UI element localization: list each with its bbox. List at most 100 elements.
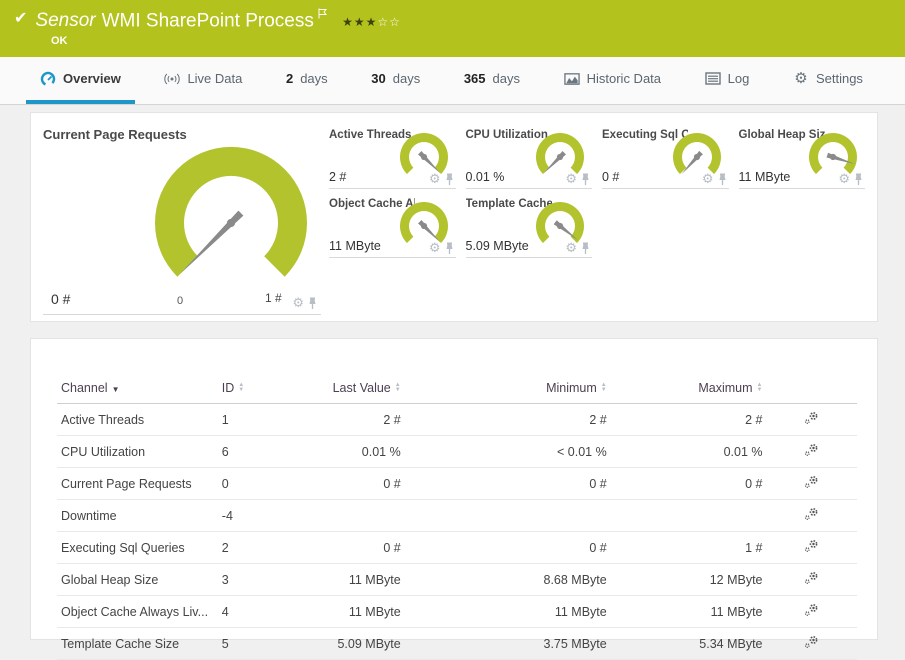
cell-channel: Current Page Requests (57, 468, 218, 500)
tab-label: Live Data (187, 71, 242, 86)
primary-gauge-dial (151, 145, 311, 287)
gauge-settings-gear-icon[interactable]: ⚙ (429, 239, 441, 257)
gear-icon: ⚙ (838, 171, 850, 186)
column-header-max[interactable]: Maximum▲▼ (611, 375, 767, 404)
small-gauge: Active Threads2 #⚙ (329, 127, 456, 189)
tab-live-data[interactable]: Live Data (150, 57, 256, 104)
tab-log[interactable]: Log (691, 57, 764, 104)
gauge-pin-icon[interactable] (445, 173, 454, 186)
cell-last: 0 # (284, 468, 405, 500)
cell-last: 0 # (284, 532, 405, 564)
gauge-pin-icon[interactable] (581, 173, 590, 186)
status-badge: OK (51, 35, 891, 47)
tab-days[interactable]: 30days (357, 57, 434, 104)
sort-icon: ▲▼ (238, 383, 244, 393)
gauge-pin-icon[interactable] (308, 297, 317, 310)
flag-icon[interactable] (318, 8, 327, 19)
cell-max: 0.01 % (611, 436, 767, 468)
cell-min: 3.75 MByte (405, 628, 611, 660)
gauge-settings-gear-icon[interactable]: ⚙ (702, 170, 714, 188)
gear-icon: ⚙ (429, 240, 441, 255)
table-row: Active Threads12 #2 #2 # (57, 404, 857, 436)
table-row: Object Cache Always Liv...411 MByte11 MB… (57, 596, 857, 628)
small-gauge: Template Cache Size5.09 MByte⚙ (466, 196, 593, 258)
cell-min: < 0.01 % (405, 436, 611, 468)
cell-last: 0.01 % (284, 436, 405, 468)
gauge-pin-icon[interactable] (581, 242, 590, 255)
channel-settings-icon[interactable] (804, 443, 819, 457)
channel-settings-icon[interactable] (804, 475, 819, 489)
cell-min: 0 # (405, 532, 611, 564)
cell-last: 2 # (284, 404, 405, 436)
cell-channel: Template Cache Size (57, 628, 218, 660)
tab-label: Historic Data (587, 71, 661, 86)
cell-max: 12 MByte (611, 564, 767, 596)
cell-max (611, 500, 767, 532)
tab-days[interactable]: 2days (272, 57, 342, 104)
cell-last (284, 500, 405, 532)
column-header-channel[interactable]: Channel▼ (57, 375, 218, 404)
gauge-settings-gear-icon[interactable]: ⚙ (838, 170, 850, 188)
channel-settings-icon[interactable] (804, 507, 819, 521)
cell-max: 0 # (611, 468, 767, 500)
gauge-settings-gear-icon[interactable]: ⚙ (292, 294, 304, 312)
status-ok-check-icon: ✔ (14, 8, 27, 30)
gauge-settings-gear-icon[interactable]: ⚙ (429, 170, 441, 188)
log-icon (705, 71, 721, 87)
gear-icon: ⚙ (702, 171, 714, 186)
primary-gauge-min-label: 0 (177, 295, 183, 307)
cell-id: -4 (218, 500, 284, 532)
primary-gauge-max-label: 1 # (265, 291, 282, 305)
tab-historic-data[interactable]: Historic Data (550, 57, 675, 104)
tab-days[interactable]: 365days (450, 57, 534, 104)
tab-number: 365 (464, 71, 486, 86)
cell-id: 0 (218, 468, 284, 500)
gear-icon: ⚙ (794, 71, 807, 87)
gear-icon: ⚙ (793, 71, 809, 87)
cell-id: 6 (218, 436, 284, 468)
cell-last: 11 MByte (284, 564, 405, 596)
table-row: Downtime-4 (57, 500, 857, 532)
gear-icon: ⚙ (565, 240, 577, 255)
tab-overview[interactable]: Overview (26, 57, 135, 104)
channel-settings-icon[interactable] (804, 571, 819, 585)
gauge-pin-icon[interactable] (854, 173, 863, 186)
cell-min: 2 # (405, 404, 611, 436)
column-header-last[interactable]: Last Value▲▼ (284, 375, 405, 404)
table-row: Template Cache Size55.09 MByte3.75 MByte… (57, 628, 857, 660)
column-header-min[interactable]: Minimum▲▼ (405, 375, 611, 404)
gauges-panel: Current Page Requests 0 1 # 0 # ⚙ Active… (30, 112, 878, 322)
cell-channel: Downtime (57, 500, 218, 532)
tab-settings[interactable]: ⚙Settings (779, 57, 877, 104)
cell-id: 1 (218, 404, 284, 436)
small-gauge: CPU Utilization0.01 %⚙ (466, 127, 593, 189)
gauge-pin-icon[interactable] (445, 242, 454, 255)
gauge-pin-icon[interactable] (718, 173, 727, 186)
channel-settings-icon[interactable] (804, 603, 819, 617)
sort-desc-icon: ▼ (112, 385, 120, 394)
gauge-settings-gear-icon[interactable]: ⚙ (565, 170, 577, 188)
cell-id: 5 (218, 628, 284, 660)
cell-min (405, 500, 611, 532)
small-gauge-value: 2 # (329, 170, 346, 184)
channel-settings-icon[interactable] (804, 411, 819, 425)
priority-stars[interactable]: ★★★☆☆ (342, 15, 401, 29)
sort-icon: ▲▼ (395, 383, 401, 393)
object-kind-label: Sensor (35, 10, 95, 31)
table-row: CPU Utilization60.01 %< 0.01 %0.01 % (57, 436, 857, 468)
small-gauge-value: 11 MByte (329, 239, 381, 253)
cell-last: 5.09 MByte (284, 628, 405, 660)
cell-min: 11 MByte (405, 596, 611, 628)
cell-channel: Object Cache Always Liv... (57, 596, 218, 628)
gauge-settings-gear-icon[interactable]: ⚙ (565, 239, 577, 257)
channel-settings-icon[interactable] (804, 539, 819, 553)
primary-gauge-value: 0 # (51, 291, 70, 307)
primary-gauge-current-page-requests: Current Page Requests 0 1 # 0 # ⚙ (43, 127, 321, 315)
cell-channel: CPU Utilization (57, 436, 218, 468)
table-row: Executing Sql Queries20 #0 #1 # (57, 532, 857, 564)
sensor-name: WMI SharePoint Process (102, 10, 314, 31)
channel-settings-icon[interactable] (804, 635, 819, 649)
column-header-id[interactable]: ID▲▼ (218, 375, 284, 404)
sort-icon: ▲▼ (757, 383, 763, 393)
tab-bar: Overview Live Data 2days 30days 365days Histo… (0, 57, 905, 105)
